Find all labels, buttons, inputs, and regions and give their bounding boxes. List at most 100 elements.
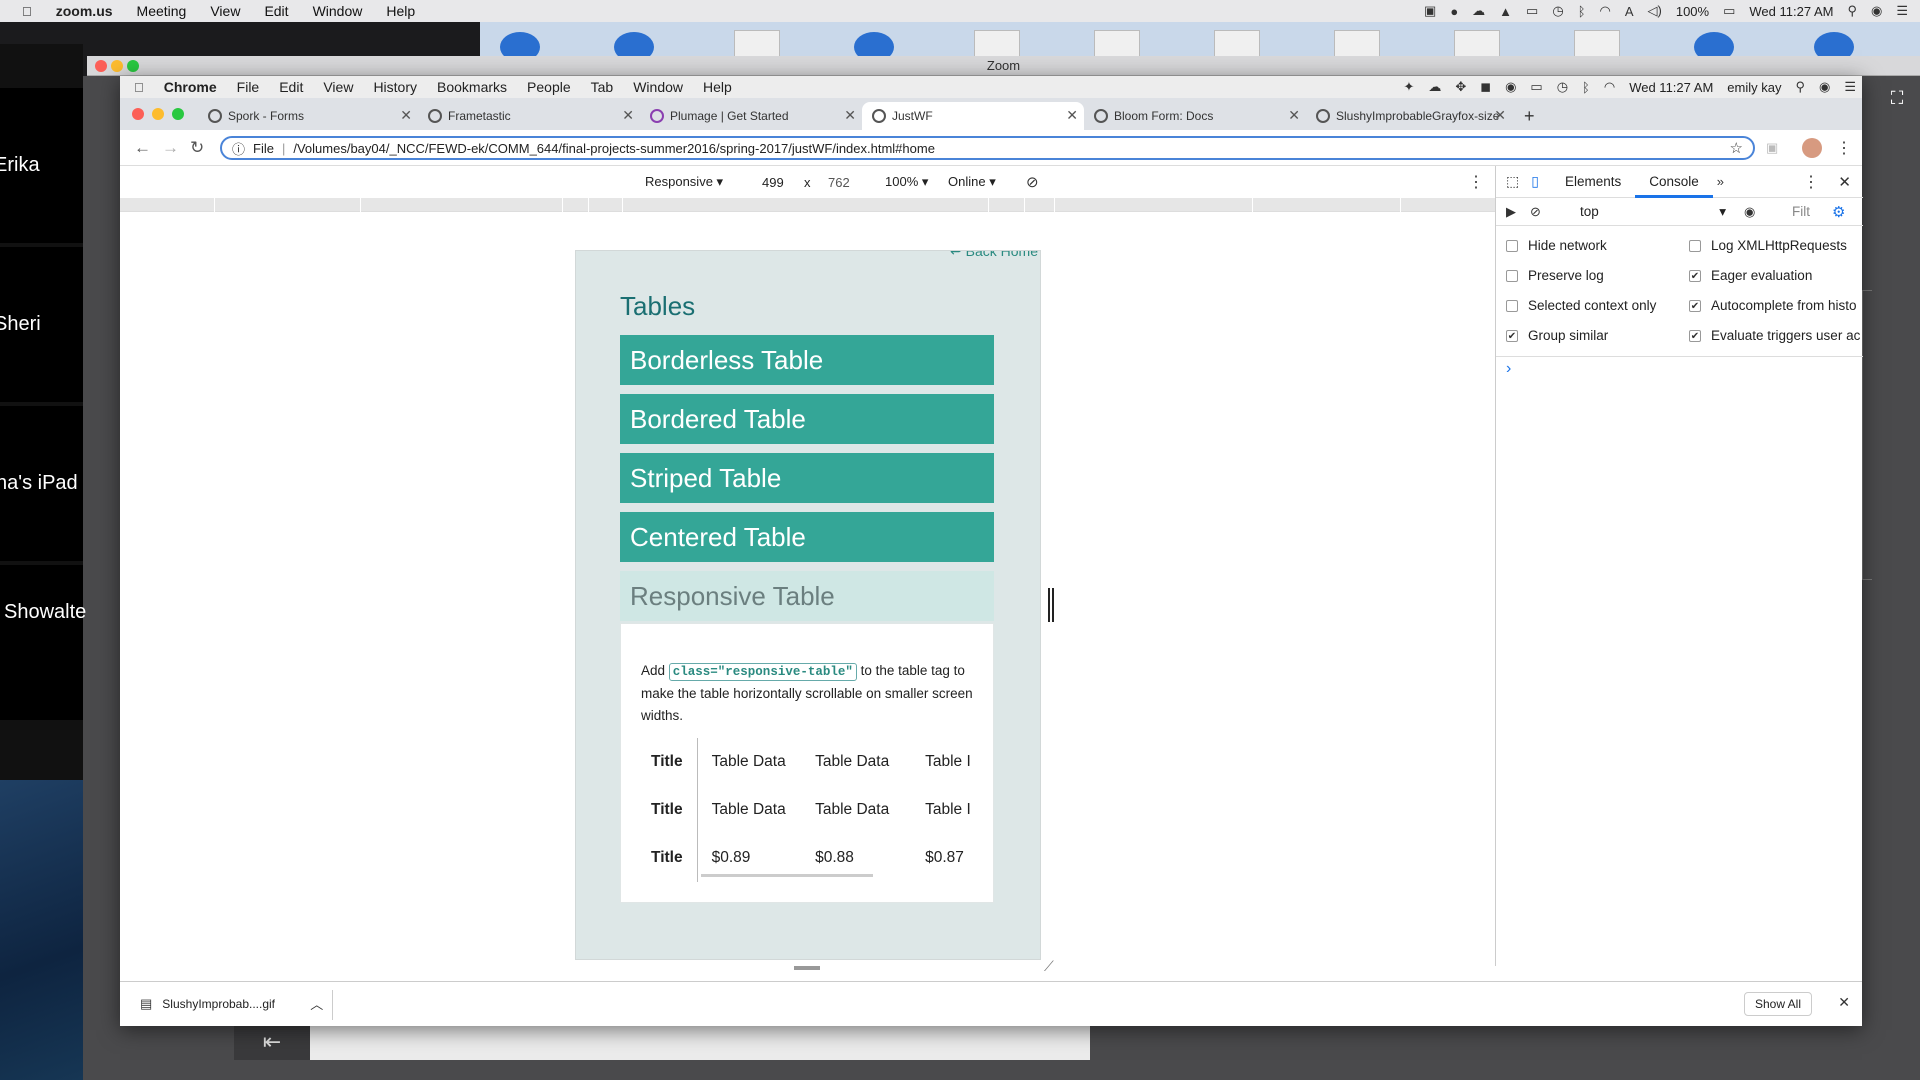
close-tab-icon[interactable]: ✕: [1288, 107, 1300, 124]
resize-bottom-handle[interactable]: [794, 966, 820, 970]
wifi-icon[interactable]: ◠: [1604, 79, 1615, 95]
menu-meeting[interactable]: Meeting: [137, 3, 187, 19]
more-tabs-icon[interactable]: »: [1717, 174, 1724, 189]
clear-console-icon[interactable]: ⊘: [1530, 204, 1541, 220]
checkbox-checked-icon[interactable]: ✔: [1689, 299, 1701, 312]
avatar[interactable]: [1802, 138, 1822, 158]
filter-input[interactable]: Filt: [1792, 204, 1810, 219]
time-machine-icon[interactable]: ◷: [1557, 79, 1568, 95]
chrome-menu-file[interactable]: File: [237, 79, 260, 95]
menu-edit[interactable]: Edit: [264, 3, 288, 19]
wifi-icon[interactable]: ◠: [1600, 3, 1611, 19]
chevron-up-icon[interactable]: ︿: [310, 994, 323, 1013]
checkbox-unchecked-icon[interactable]: [1506, 239, 1518, 252]
network-throttle-select[interactable]: Online ▾: [948, 174, 996, 190]
download-item[interactable]: ▤ SlushyImprobab....gif ︿: [140, 994, 323, 1013]
evaluate-triggers-option[interactable]: ✔ Evaluate triggers user ac: [1689, 328, 1863, 343]
inspect-element-icon[interactable]: ⬚: [1506, 173, 1519, 190]
cloud-icon[interactable]: ☁: [1428, 79, 1441, 95]
time-machine-icon[interactable]: ◷: [1552, 3, 1563, 19]
group-similar-option[interactable]: ✔ Group similar: [1506, 328, 1608, 343]
chrome-menu-people[interactable]: People: [527, 79, 571, 95]
resize-corner-handle[interactable]: ⟋: [1044, 958, 1054, 975]
apple-icon[interactable]: : [134, 80, 144, 95]
status-icon[interactable]: ◼: [1480, 79, 1491, 95]
chrome-menu-bookmarks[interactable]: Bookmarks: [437, 79, 507, 95]
checkbox-unchecked-icon[interactable]: [1689, 239, 1701, 252]
device-toggle-icon[interactable]: ▯: [1531, 173, 1539, 190]
close-download-shelf-icon[interactable]: ✕: [1838, 994, 1850, 1011]
back-arrow-icon[interactable]: ←: [134, 138, 151, 158]
battery-icon[interactable]: ▭: [1723, 3, 1735, 19]
chrome-menu-history[interactable]: History: [373, 79, 417, 95]
siri-icon[interactable]: ◉: [1871, 3, 1882, 19]
more-vert-icon[interactable]: ⋮: [1468, 172, 1484, 192]
chat-icon[interactable]: ●: [1450, 4, 1458, 19]
notification-center-icon[interactable]: ☰: [1844, 79, 1856, 95]
extension-icon[interactable]: ▣: [1766, 140, 1778, 156]
dropbox-icon[interactable]: ✥: [1455, 79, 1466, 95]
centered-table-button[interactable]: Centered Table: [620, 512, 994, 562]
preserve-log-option[interactable]: Preserve log: [1506, 268, 1604, 283]
menubar-clock[interactable]: Wed 11:27 AM: [1749, 4, 1833, 19]
context-select[interactable]: top ▾: [1580, 204, 1726, 220]
hide-network-option[interactable]: Hide network: [1506, 238, 1607, 253]
rotate-icon[interactable]: ⊘: [1026, 173, 1039, 191]
chrome-menubar-clock[interactable]: Wed 11:27 AM: [1629, 80, 1713, 95]
tab-spork-forms[interactable]: Spork - Forms ✕: [198, 102, 418, 130]
notification-center-icon[interactable]: ☰: [1896, 3, 1908, 19]
volume-icon[interactable]: ◁): [1648, 3, 1662, 19]
zoom-select[interactable]: 100% ▾: [885, 174, 928, 190]
show-all-button[interactable]: Show All: [1743, 992, 1812, 1016]
table-horizontal-scrollbar[interactable]: [701, 874, 873, 877]
new-tab-button[interactable]: +: [1516, 102, 1546, 130]
zoom-status-icon[interactable]: ▣: [1424, 3, 1436, 19]
chrome-menu-window[interactable]: Window: [633, 79, 683, 95]
responsive-demo-table[interactable]: Title Table Data Table Data Table I Titl…: [641, 738, 981, 882]
address-bar[interactable]: ⓘ File | /Volumes/bay04/_NCC/FEWD-ek/COM…: [220, 136, 1755, 160]
device-mode-select[interactable]: Responsive ▾: [645, 174, 723, 190]
checkbox-checked-icon[interactable]: ✔: [1689, 269, 1701, 282]
maximize-window-icon[interactable]: [172, 108, 184, 120]
close-tab-icon[interactable]: ✕: [1066, 107, 1078, 124]
live-expression-eye-icon[interactable]: ◉: [1744, 204, 1755, 220]
spotlight-icon[interactable]: ⚲: [1795, 79, 1805, 95]
close-window-icon[interactable]: [132, 108, 144, 120]
selected-context-option[interactable]: Selected context only: [1506, 298, 1656, 313]
console-prompt[interactable]: ›: [1506, 360, 1511, 378]
participant-tile[interactable]: Showalte: [0, 565, 86, 720]
minimize-window-icon[interactable]: [111, 60, 123, 72]
checkbox-unchecked-icon[interactable]: [1506, 269, 1518, 282]
checkbox-checked-icon[interactable]: ✔: [1506, 329, 1518, 342]
chrome-menu-view[interactable]: View: [323, 79, 353, 95]
forward-arrow-icon[interactable]: →: [162, 138, 179, 158]
bookmark-star-icon[interactable]: ☆: [1730, 139, 1743, 157]
participant-tile[interactable]: Erika: [0, 88, 83, 243]
chrome-menu-tab[interactable]: Tab: [591, 79, 614, 95]
user-name[interactable]: emily kay: [1727, 80, 1781, 95]
cloud-icon[interactable]: ☁: [1472, 3, 1485, 19]
collapse-panel-icon[interactable]: ⇤: [234, 1024, 310, 1060]
back-home-link[interactable]: ↩ Back Home: [950, 251, 1038, 260]
airplay-icon[interactable]: ▭: [1530, 79, 1542, 95]
tab-console[interactable]: Console: [1635, 166, 1713, 198]
tab-plumage[interactable]: Plumage | Get Started ✕: [640, 102, 862, 130]
minimize-window-icon[interactable]: [152, 108, 164, 120]
chrome-app-menu[interactable]: Chrome: [164, 79, 217, 95]
spotlight-icon[interactable]: ⚲: [1847, 3, 1857, 19]
close-devtools-icon[interactable]: ✕: [1838, 173, 1851, 191]
responsive-table-button[interactable]: Responsive Table: [620, 571, 994, 621]
close-tab-icon[interactable]: ✕: [844, 107, 856, 124]
bluetooth-icon[interactable]: ᛒ: [1578, 4, 1586, 19]
width-input[interactable]: 499: [762, 175, 784, 190]
participant-tile[interactable]: Sheri: [0, 247, 83, 402]
checkbox-unchecked-icon[interactable]: [1506, 299, 1518, 312]
borderless-table-button[interactable]: Borderless Table: [620, 335, 994, 385]
striped-table-button[interactable]: Striped Table: [620, 453, 994, 503]
autocomplete-history-option[interactable]: ✔ Autocomplete from histo: [1689, 298, 1863, 313]
menu-view[interactable]: View: [210, 3, 240, 19]
participant-tile[interactable]: na's iPad: [0, 406, 83, 561]
settings-gear-icon[interactable]: ⚙: [1832, 203, 1845, 221]
apple-icon[interactable]: : [22, 4, 32, 19]
airplay-icon[interactable]: ▭: [1526, 3, 1538, 19]
